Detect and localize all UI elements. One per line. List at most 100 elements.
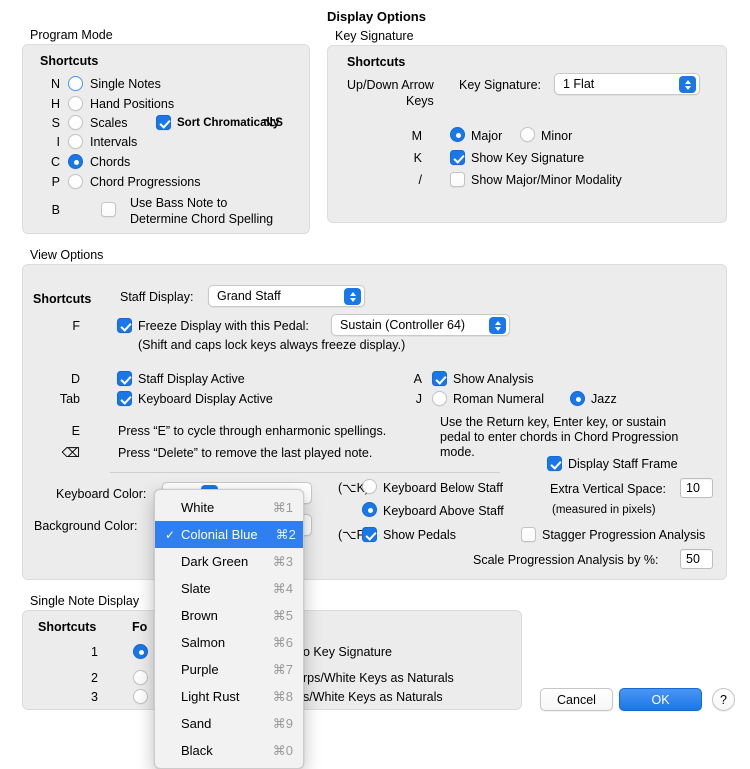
popup-staff-display[interactable]: Grand Staff	[208, 285, 365, 307]
color-menu-item-shortcut: ⌘3	[272, 553, 293, 569]
checkbox-keyboard-display-active[interactable]	[117, 391, 132, 406]
popup-key-signature-value: 1 Flat	[563, 77, 595, 91]
radio-hand-positions[interactable]	[68, 96, 83, 111]
view-options-shortcuts-header: Shortcuts	[33, 292, 92, 306]
shortcut-key-keyboard-display-active: Tab	[59, 392, 80, 406]
shortcut-key-show-key-signature: K	[413, 151, 422, 165]
color-menu-item[interactable]: Slate ⌘4	[155, 575, 303, 602]
shortcut-key-enharmonic: E	[71, 424, 80, 438]
help-button[interactable]: ?	[712, 688, 735, 711]
color-menu-item[interactable]: White ⌘1	[155, 494, 303, 521]
radio-intervals[interactable]	[68, 134, 83, 149]
popup-freeze-pedal[interactable]: Sustain (Controller 64)	[331, 314, 510, 336]
color-menu-item-shortcut: ⌘0	[272, 742, 293, 758]
color-menu-item[interactable]: Light Rust ⌘8	[155, 683, 303, 710]
label-show-pedals: Show Pedals	[383, 528, 456, 542]
program-mode-shortcuts-header: Shortcuts	[40, 54, 99, 68]
color-menu-item-shortcut: ⌘7	[272, 661, 293, 677]
stepper-icon	[489, 317, 506, 334]
radio-chord-progressions[interactable]	[68, 174, 83, 189]
color-menu-item[interactable]: Purple ⌘7	[155, 656, 303, 683]
label-extra-vertical-space-note: (measured in pixels)	[552, 504, 656, 516]
checkmark-icon: ✓	[165, 527, 176, 542]
label-scale-progression-analysis: Scale Progression Analysis by %:	[473, 553, 659, 567]
color-menu-item[interactable]: Salmon ⌘6	[155, 629, 303, 656]
label-progression-hint-line3: mode.	[440, 445, 475, 459]
shortcut-key-analysis-style: J	[415, 392, 422, 406]
color-menu-item-shortcut: ⌘8	[272, 688, 293, 704]
color-menu-item-label: Purple	[181, 662, 219, 677]
color-menu-item[interactable]: Sand ⌘9	[155, 710, 303, 737]
checkbox-display-staff-frame[interactable]	[547, 456, 562, 471]
label-black-keys-flats: s/White Keys as Naturals	[303, 690, 443, 704]
label-progression-hint-line1: Use the Return key, Enter key, or sustai…	[440, 415, 667, 429]
stepper-icon	[344, 288, 361, 305]
radio-scales[interactable]	[68, 115, 83, 130]
checkbox-freeze-display[interactable]	[117, 318, 132, 333]
radio-minor[interactable]	[520, 127, 535, 142]
checkbox-show-pedals[interactable]	[362, 527, 377, 542]
color-menu-item[interactable]: Brown ⌘5	[155, 602, 303, 629]
label-freeze-display: Freeze Display with this Pedal:	[138, 319, 309, 333]
color-menu-item-shortcut: ⌘9	[272, 715, 293, 731]
color-menu-item[interactable]: Black ⌘0	[155, 737, 303, 764]
popup-staff-display-value: Grand Staff	[217, 289, 281, 303]
color-menu-item-shortcut: ⌘6	[272, 634, 293, 650]
key-signature-group-title: Key Signature	[335, 29, 414, 43]
radio-black-keys-sharps[interactable]	[133, 670, 148, 685]
radio-chords[interactable]	[68, 154, 83, 169]
ok-button[interactable]: OK	[619, 688, 702, 711]
radio-jazz[interactable]	[570, 391, 585, 406]
color-menu-item[interactable]: ✓ Colonial Blue ⌘2	[155, 521, 303, 548]
label-arrow-keys-line2: Keys	[406, 94, 434, 108]
checkbox-show-modality[interactable]	[450, 172, 465, 187]
input-extra-vertical-space[interactable]: 10	[680, 478, 713, 498]
checkbox-show-key-signature[interactable]	[450, 150, 465, 165]
divider-right	[258, 472, 500, 473]
divider-left	[110, 472, 260, 473]
input-scale-progression-analysis[interactable]: 50	[680, 549, 713, 569]
checkbox-staff-display-active[interactable]	[117, 371, 132, 386]
label-hand-positions: Hand Positions	[90, 97, 175, 111]
checkbox-sort-chromatically[interactable]	[156, 115, 171, 130]
stepper-icon	[679, 76, 696, 93]
checkbox-use-bass-note[interactable]	[101, 202, 116, 217]
radio-black-keys-flats[interactable]	[133, 689, 148, 704]
color-menu-item-label: Brown	[181, 608, 218, 623]
label-stagger-progression-analysis: Stagger Progression Analysis	[542, 528, 706, 542]
radio-keyboard-above-staff[interactable]	[362, 502, 377, 517]
label-chords: Chords	[90, 155, 131, 169]
radio-keyboard-below-staff[interactable]	[362, 479, 377, 494]
shortcut-key-chords: C	[50, 155, 60, 169]
color-menu-item-label: Salmon	[181, 635, 226, 650]
radio-single-notes[interactable]	[68, 76, 83, 91]
label-show-analysis: Show Analysis	[453, 372, 534, 386]
label-keyboard-above-staff: Keyboard Above Staff	[383, 504, 504, 518]
color-menu-item-label: Light Rust	[181, 689, 240, 704]
delete-key-icon: ⌫	[61, 445, 80, 460]
shortcut-key-show-modality: /	[418, 173, 422, 187]
label-follow-key-signature: o Key Signature	[303, 645, 392, 659]
color-menu-item-label: Dark Green	[181, 554, 249, 569]
radio-follow-key-signature[interactable]	[133, 644, 148, 659]
color-menu-item-label: White	[181, 500, 215, 515]
label-key-signature: Key Signature:	[459, 78, 541, 92]
checkbox-stagger-progression-analysis[interactable]	[521, 527, 536, 542]
label-use-bass-note-line1: Use Bass Note to	[130, 196, 228, 210]
color-dropdown-menu[interactable]: White ⌘1 ✓ Colonial Blue ⌘2 Dark Green ⌘3 Slate…	[154, 489, 304, 769]
radio-roman-numeral[interactable]	[432, 391, 447, 406]
cancel-button[interactable]: Cancel	[540, 688, 613, 711]
color-menu-item-shortcut: ⌘5	[272, 607, 293, 623]
color-menu-item-label: Slate	[181, 581, 211, 596]
shortcut-key-hand-positions: H	[50, 97, 60, 111]
popup-key-signature[interactable]: 1 Flat	[554, 73, 700, 95]
color-menu-item-shortcut: ⌘2	[275, 526, 296, 542]
popup-freeze-pedal-value: Sustain (Controller 64)	[340, 318, 466, 332]
checkbox-show-analysis[interactable]	[432, 371, 447, 386]
shortcut-key-bass-note: B	[51, 203, 60, 217]
view-options-title: View Options	[30, 248, 104, 262]
shortcut-key-show-analysis: A	[413, 372, 422, 386]
radio-major[interactable]	[450, 127, 465, 142]
color-menu-item[interactable]: Dark Green ⌘3	[155, 548, 303, 575]
label-black-keys-sharps: rps/White Keys as Naturals	[303, 671, 454, 685]
